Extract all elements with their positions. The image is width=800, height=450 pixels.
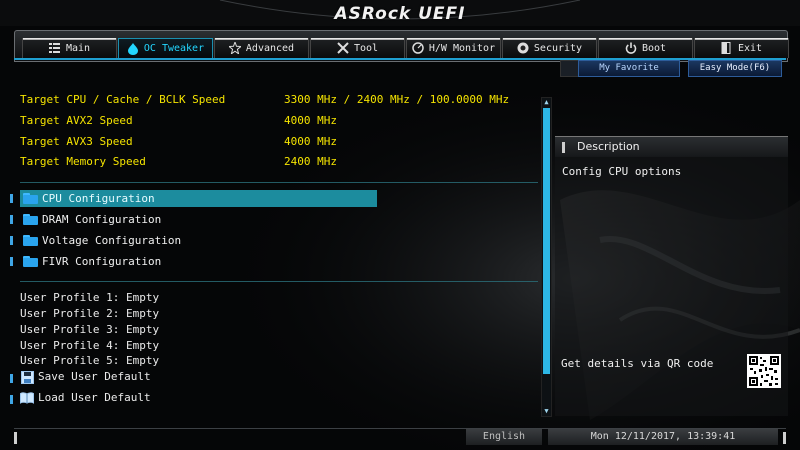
easy-mode-button[interactable]: Easy Mode(F6) (688, 60, 782, 77)
favorite-slot (560, 60, 580, 77)
floppy-disk-icon (20, 370, 34, 384)
user-profile-item[interactable]: User Profile 2: Empty (20, 307, 159, 321)
folder-icon (23, 214, 39, 225)
menu-item-voltage-configuration[interactable]: Voltage Configuration (20, 232, 377, 249)
tab-label: OC Tweaker (143, 43, 205, 54)
scroll-up-icon[interactable]: ▲ (542, 98, 551, 107)
menu-item-dram-configuration[interactable]: DRAM Configuration (20, 211, 377, 228)
setting-label: Target AVX3 Speed (20, 135, 133, 148)
row-marker (10, 215, 13, 224)
user-profile-item[interactable]: User Profile 4: Empty (20, 339, 159, 353)
row-marker (10, 257, 13, 266)
setting-value: 4000 MHz (284, 114, 337, 127)
star-icon (228, 42, 241, 54)
load-user-default-button[interactable]: Load User Default (20, 390, 151, 406)
tab-label: Exit (737, 42, 763, 54)
scroll-down-icon[interactable]: ▼ (542, 407, 551, 416)
description-text: Config CPU options (562, 165, 682, 178)
tab-security[interactable]: Security (502, 38, 597, 58)
setting-row: Target AVX3 Speed 4000 MHz (20, 135, 540, 149)
user-profile-item[interactable]: User Profile 3: Empty (20, 323, 159, 337)
tab-hw-monitor[interactable]: H/W Monitor (406, 38, 501, 58)
status-marker (14, 432, 17, 444)
row-marker (10, 395, 13, 404)
user-profile-item[interactable]: User Profile 5: Empty (20, 354, 159, 368)
qr-code[interactable] (747, 354, 781, 388)
tab-boot[interactable]: Boot (598, 38, 693, 58)
list-icon (49, 42, 61, 54)
status-marker (783, 432, 786, 444)
language-button[interactable]: English (466, 429, 542, 445)
tab-advanced[interactable]: Advanced (214, 38, 309, 58)
setting-value: 4000 MHz (284, 135, 337, 148)
folder-icon (23, 235, 39, 246)
description-title: Description (577, 140, 640, 153)
tab-oc-tweaker[interactable]: OC Tweaker (118, 38, 213, 58)
row-marker (10, 194, 13, 203)
menu-item-label: DRAM Configuration (42, 213, 162, 226)
tab-tool[interactable]: Tool (310, 38, 405, 58)
main-tabs: Main OC Tweaker Advanced Tool H/W Monito… (22, 38, 790, 58)
setting-row: Target CPU / Cache / BCLK Speed 3300 MHz… (20, 93, 540, 107)
setting-row: Target Memory Speed 2400 MHz (20, 155, 540, 169)
setting-label: Target CPU / Cache / BCLK Speed (20, 93, 226, 106)
wrench-screwdriver-icon (337, 42, 349, 54)
qr-label: Get details via QR code (561, 357, 714, 370)
row-marker (10, 374, 13, 383)
tab-label: Security (533, 42, 583, 54)
datetime-display: Mon 12/11/2017, 13:39:41 (548, 429, 778, 445)
tab-label: H/W Monitor (428, 42, 496, 54)
action-label: Load User Default (38, 391, 151, 404)
section-divider (20, 281, 538, 282)
section-divider (20, 182, 538, 183)
power-icon (625, 42, 637, 54)
folder-icon (23, 256, 39, 267)
tab-label: Advanced (245, 42, 295, 54)
tab-label: Boot (641, 42, 667, 54)
row-marker (10, 236, 13, 245)
tab-main[interactable]: Main (22, 38, 117, 58)
exit-door-icon (721, 42, 733, 54)
shield-icon (517, 42, 529, 54)
setting-value: 3300 MHz / 2400 MHz / 100.0000 MHz (284, 93, 510, 106)
setting-row: Target AVX2 Speed 4000 MHz (20, 114, 540, 128)
menu-item-label: CPU Configuration (42, 192, 155, 205)
menu-item-fivr-configuration[interactable]: FIVR Configuration (20, 253, 377, 270)
tab-label: Tool (353, 42, 379, 54)
menu-item-label: Voltage Configuration (42, 234, 182, 247)
setting-value: 2400 MHz (284, 155, 337, 168)
folder-icon (23, 193, 39, 204)
setting-label: Target Memory Speed (20, 155, 146, 168)
setting-label: Target AVX2 Speed (20, 114, 133, 127)
menu-item-cpu-configuration[interactable]: CPU Configuration (20, 190, 377, 207)
brand-logo: ASRock UEFI (334, 4, 466, 24)
tab-label: Main (65, 42, 91, 54)
flame-icon (127, 42, 139, 55)
save-user-default-button[interactable]: Save User Default (20, 369, 151, 385)
user-profile-item[interactable]: User Profile 1: Empty (20, 291, 159, 305)
scrollbar[interactable]: ▲ ▼ (541, 97, 552, 417)
open-book-icon (20, 392, 34, 405)
tab-exit[interactable]: Exit (694, 38, 789, 58)
description-header: Description (555, 136, 788, 157)
scroll-thumb[interactable] (543, 108, 550, 374)
menu-item-label: FIVR Configuration (42, 255, 162, 268)
header-marker (562, 142, 565, 153)
monitor-icon (412, 42, 424, 54)
action-label: Save User Default (38, 370, 151, 383)
my-favorite-button[interactable]: My Favorite (578, 60, 680, 77)
